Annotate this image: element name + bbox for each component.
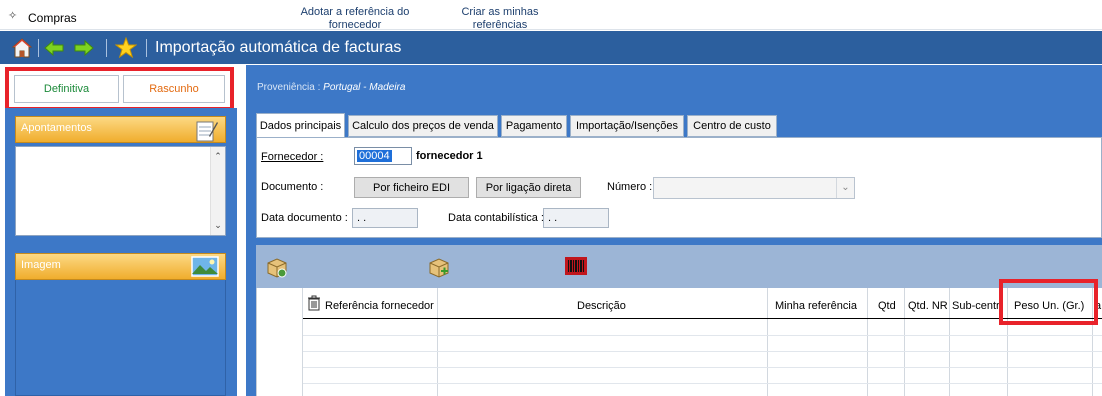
main-toolbar: Importação automática de facturas (0, 31, 1102, 64)
tab-pagamento[interactable]: Pagamento (501, 115, 567, 137)
grid-toolbar (256, 245, 1102, 288)
data-documento-label: Data documento : (261, 212, 348, 224)
proveniencia-line: Proveniência : Portugal - Madeira (257, 82, 405, 93)
table-row[interactable] (303, 335, 1102, 336)
fornecedor-code-value: 00004 (357, 150, 392, 162)
tab-centro-custo[interactable]: Centro de custo (687, 115, 777, 137)
chevron-down-icon[interactable]: ⌄ (836, 178, 854, 198)
criar-referencias-button[interactable]: Criar as minhas referências (455, 6, 545, 32)
box-icon[interactable] (266, 256, 288, 281)
adotar-line1: Adotar a referência do (300, 6, 410, 18)
trash-icon[interactable] (307, 295, 321, 314)
fornecedor-label: Fornecedor : (261, 151, 324, 163)
table-row[interactable] (303, 367, 1102, 368)
highlight-box-peso (999, 279, 1098, 325)
col-qtd[interactable]: Qtd (878, 300, 896, 312)
notes-scrollbar[interactable]: ⌃ ⌄ (210, 147, 225, 235)
window-title: Compras (28, 11, 77, 25)
numero-select[interactable]: ⌄ (653, 177, 855, 199)
app-icon: ✧ (8, 10, 18, 22)
imagem-label: Imagem (21, 259, 61, 271)
data-contabilistica-label: Data contabilística : (448, 212, 544, 224)
fornecedor-code-input[interactable]: 00004 (354, 147, 412, 165)
star-icon[interactable] (114, 36, 138, 60)
criar-line1: Criar as minhas (461, 6, 539, 18)
image-icon (191, 256, 219, 280)
table-row[interactable] (303, 351, 1102, 352)
home-icon[interactable] (10, 36, 34, 60)
table-row[interactable] (303, 383, 1102, 384)
col-minha-referencia[interactable]: Minha referência (775, 300, 857, 312)
adotar-referencia-button[interactable]: Adotar a referência do fornecedor (296, 6, 414, 32)
back-arrow-icon[interactable] (42, 36, 66, 60)
scroll-up-icon[interactable]: ⌃ (211, 151, 225, 162)
data-contabilistica-input[interactable]: . . (543, 208, 609, 228)
scroll-down-icon[interactable]: ⌄ (211, 220, 225, 231)
apontamentos-textarea[interactable]: ⌃ ⌄ (15, 146, 226, 236)
tab-calculo-precos[interactable]: Calculo dos preços de venda (348, 115, 498, 137)
adotar-line2: fornecedor (328, 19, 382, 31)
forward-arrow-icon[interactable] (72, 36, 96, 60)
por-ficheiro-edi-button[interactable]: Por ficheiro EDI (354, 177, 469, 198)
tab-dados-principais[interactable]: Dados principais (256, 113, 345, 137)
notepad-icon (195, 118, 219, 145)
box-add-icon[interactable] (428, 256, 450, 281)
tab-importacao-isencoes[interactable]: Importação/Isenções (570, 115, 684, 137)
fornecedor-name: fornecedor 1 (416, 150, 483, 162)
items-grid: Referência fornecedor Descrição Minha re… (256, 288, 1102, 396)
image-panel (15, 280, 226, 396)
col-referencia-fornecedor[interactable]: Referência fornecedor (325, 300, 434, 312)
por-ligacao-direta-button[interactable]: Por ligação direta (476, 177, 581, 198)
imagem-header[interactable]: Imagem (15, 253, 226, 280)
page-title: Importação automática de facturas (155, 39, 402, 56)
documento-label: Documento : (261, 181, 324, 193)
apontamentos-header[interactable]: Apontamentos (15, 116, 226, 143)
proveniencia-value: Portugal - Madeira (323, 82, 406, 93)
col-qtd-nr[interactable]: Qtd. NR (908, 300, 948, 312)
data-documento-input[interactable]: . . (352, 208, 418, 228)
apontamentos-label: Apontamentos (21, 122, 92, 134)
numero-label: Número : (607, 181, 653, 193)
criar-line2: referências (472, 19, 528, 31)
barcode-icon[interactable] (565, 257, 587, 278)
col-sub-centro[interactable]: Sub-centr (952, 300, 1006, 312)
proveniencia-label: Proveniência : (257, 82, 321, 93)
grid-header-divider (303, 318, 1102, 319)
highlight-box-mode (5, 67, 234, 111)
window-titlebar: ✧ Compras (0, 0, 1102, 30)
col-descricao[interactable]: Descrição (577, 300, 626, 312)
